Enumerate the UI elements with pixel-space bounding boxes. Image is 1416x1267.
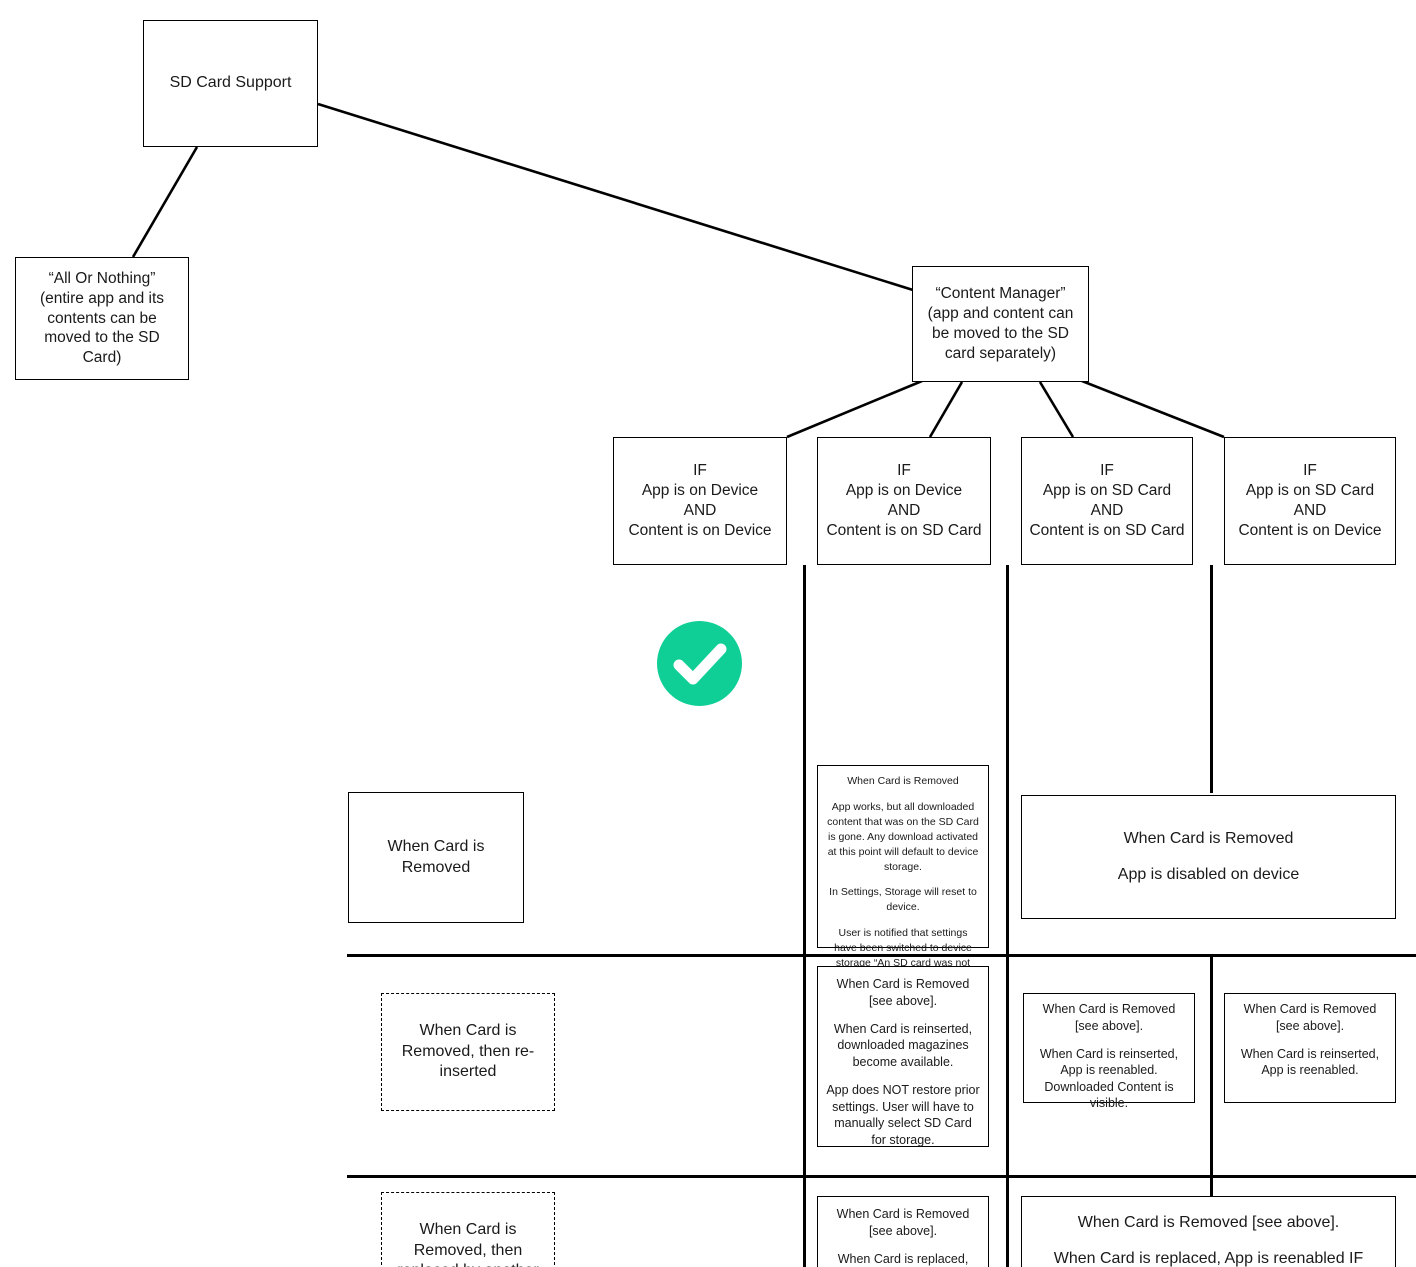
node-if-app-device-content-device[interactable]: IF App is on Device AND Content is on De… bbox=[613, 437, 787, 565]
node-paragraph: When Card is Removed [see above]. bbox=[836, 1207, 970, 1238]
node-line: AND bbox=[1090, 502, 1124, 519]
node-if-app-sdcard-content-sdcard[interactable]: IF App is on SD Card AND Content is on S… bbox=[1021, 437, 1193, 565]
node-paragraph: When Card is Removed [see above]. bbox=[836, 977, 970, 1008]
node-paragraph: When Card is reinserted, downloaded maga… bbox=[833, 1021, 973, 1069]
node-removed-col2[interactable]: When Card is Removed App works, but all … bbox=[817, 765, 989, 984]
node-line: Removed, then re- bbox=[401, 1042, 535, 1060]
node-line: App is on Device bbox=[641, 482, 759, 500]
node-line: (entire app and its bbox=[39, 289, 165, 307]
node-replaced-col34[interactable]: When Card is Removed [see above]. When C… bbox=[1021, 1196, 1396, 1267]
node-paragraph: When Card is replaced, bbox=[837, 1251, 969, 1266]
node-label: SD Card Support bbox=[169, 74, 292, 92]
node-line: When Card is bbox=[419, 1221, 517, 1239]
node-line: Content is on Device bbox=[1238, 521, 1382, 539]
node-line: IF bbox=[1303, 462, 1317, 480]
node-line: be moved to the SD bbox=[932, 325, 1069, 342]
node-if-app-sdcard-content-device[interactable]: IF App is on SD Card AND Content is on D… bbox=[1224, 437, 1396, 565]
node-paragraph: When Card is Removed [see above]. bbox=[1077, 1214, 1340, 1231]
node-paragraph: In Settings, Storage will reset to devic… bbox=[829, 886, 977, 914]
node-line: AND bbox=[683, 502, 717, 519]
node-paragraph: When Card is reinserted, App is reenable… bbox=[1039, 1046, 1179, 1111]
column-rule-1 bbox=[803, 565, 806, 1267]
node-if-app-device-content-sdcard[interactable]: IF App is on Device AND Content is on SD… bbox=[817, 437, 991, 565]
check-circle-icon bbox=[657, 621, 742, 706]
node-all-or-nothing[interactable]: “All Or Nothing” (entire app and its con… bbox=[15, 257, 189, 380]
node-content-manager[interactable]: “Content Manager” (app and content can b… bbox=[912, 266, 1089, 382]
row-rule-lower bbox=[347, 1175, 1416, 1178]
node-line: (app and content can bbox=[927, 305, 1074, 323]
node-line: When Card is bbox=[387, 838, 485, 856]
node-line: AND bbox=[887, 502, 921, 519]
node-paragraph: When Card is Removed [see above]. bbox=[1042, 1002, 1176, 1033]
node-paragraph: When Card is Removed bbox=[1123, 829, 1294, 847]
node-line: AND bbox=[1293, 502, 1327, 519]
node-line: moved to the SD bbox=[44, 329, 160, 347]
node-paragraph: When Card is replaced, App is reenabled … bbox=[1053, 1249, 1364, 1267]
node-paragraph: App is disabled on device bbox=[1117, 865, 1300, 883]
node-line: IF bbox=[693, 462, 707, 480]
node-line: App is on SD Card bbox=[1245, 482, 1375, 500]
node-reinserted-col3[interactable]: When Card is Removed [see above]. When C… bbox=[1023, 993, 1195, 1110]
node-line: contents can be bbox=[47, 309, 157, 327]
node-line: App is on Device bbox=[845, 482, 963, 500]
node-reinserted-col2[interactable]: When Card is Removed [see above]. When C… bbox=[817, 966, 989, 1147]
node-replaced-col2[interactable]: When Card is Removed [see above]. When C… bbox=[817, 1196, 989, 1267]
node-sd-card-support[interactable]: SD Card Support bbox=[143, 20, 318, 147]
node-line: Content is on SD Card bbox=[826, 521, 982, 539]
node-removed-col34[interactable]: When Card is Removed App is disabled on … bbox=[1021, 795, 1396, 919]
node-line: “Content Manager” bbox=[935, 285, 1066, 303]
node-reinserted-col1[interactable]: When Card is Removed, then re- inserted bbox=[381, 993, 555, 1111]
node-line: Content is on Device bbox=[628, 521, 772, 539]
node-line: IF bbox=[1100, 462, 1114, 480]
node-replaced-col1[interactable]: When Card is Removed, then replaced by a… bbox=[381, 1192, 555, 1267]
node-paragraph: When Card is Removed bbox=[847, 775, 959, 787]
node-line: “All Or Nothing” bbox=[48, 269, 156, 287]
column-rule-3 bbox=[1210, 565, 1213, 793]
node-line: card separately) bbox=[944, 344, 1057, 362]
node-line: IF bbox=[897, 462, 911, 480]
diagram-canvas: SD Card Support “All Or Nothing” (entire… bbox=[0, 0, 1416, 1267]
node-paragraph: When Card is reinserted, App is reenable… bbox=[1240, 1046, 1380, 1078]
node-line: inserted bbox=[439, 1063, 497, 1081]
node-line: App is on SD Card bbox=[1042, 482, 1172, 500]
node-removed-col1[interactable]: When Card is Removed bbox=[348, 792, 524, 923]
node-line: Removed bbox=[401, 858, 471, 876]
node-line: Content is on SD Card bbox=[1029, 521, 1185, 539]
node-paragraph: App works, but all downloaded content th… bbox=[827, 800, 979, 873]
node-line: Card) bbox=[82, 349, 122, 367]
node-reinserted-col4[interactable]: When Card is Removed [see above]. When C… bbox=[1224, 993, 1396, 1103]
column-rule-2 bbox=[1006, 565, 1009, 1267]
node-line: Removed, then bbox=[413, 1241, 523, 1259]
node-line: replaced by another bbox=[397, 1261, 538, 1267]
node-paragraph: When Card is Removed [see above]. bbox=[1243, 1002, 1377, 1033]
node-paragraph: App does NOT restore prior settings. Use… bbox=[826, 1083, 980, 1147]
node-line: When Card is bbox=[419, 1022, 517, 1040]
